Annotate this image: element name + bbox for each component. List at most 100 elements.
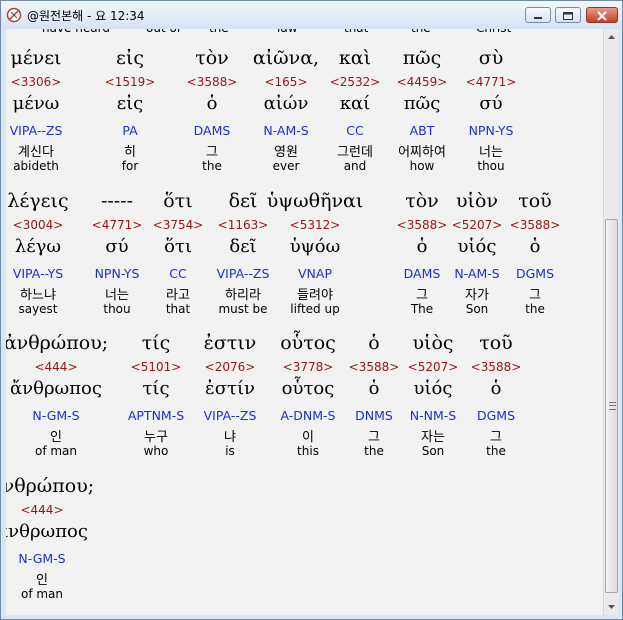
word-column[interactable]: τίς <5101> τίς APTNM-S 누구 who: [116, 332, 196, 467]
strongs-number: <3004>: [12, 218, 64, 232]
parsing-code: VNAP: [298, 266, 332, 281]
greek-word: ἐστιν: [203, 332, 257, 354]
word-column[interactable]: ἐστιν <2076> ἐστίν VIPA--ZS 냐 is: [190, 332, 270, 467]
partial-word: the: [209, 29, 229, 35]
english-gloss: and: [343, 159, 367, 173]
verse-word-row: λέγεις <3004> λέγω VIPA--YS 하느냐 sayest ----- <4…: [6, 190, 603, 325]
greek-word: ἀνθρώπου;: [6, 475, 95, 497]
korean-gloss: 계신다: [18, 145, 54, 160]
english-gloss: the: [525, 302, 545, 316]
word-column[interactable]: υἱὸν <5207> υἱός N-AM-S 자가 Son: [442, 190, 512, 325]
korean-gloss: 자는: [421, 430, 445, 445]
strongs-number: <3588>: [186, 75, 238, 89]
word-column[interactable]: πῶς <4459> πῶς ABT 어찌하여 how: [382, 47, 462, 182]
word-column[interactable]: καὶ <2532> καί CC 그런데 and: [320, 47, 390, 182]
korean-gloss: 인: [36, 573, 48, 588]
lemma-word: ὅτι: [164, 236, 192, 257]
strongs-number: <4459>: [396, 75, 448, 89]
strongs-number: <5207>: [451, 218, 503, 232]
korean-gloss: 어찌하여: [398, 145, 446, 160]
parsing-code: N-GM-S: [18, 551, 66, 566]
parsing-code: DAMS: [193, 123, 231, 138]
strongs-number: <1519>: [104, 75, 156, 89]
greek-word: ὑψωθῆναι: [266, 190, 364, 212]
word-column[interactable]: ὑψωθῆναι <5312> ὑψόω VNAP 들려야 lifted up: [265, 190, 365, 325]
minimize-button[interactable]: [525, 7, 551, 23]
word-column[interactable]: υἱὸς <5207> υἱός N-NM-S 자는 Son: [398, 332, 468, 467]
strongs-number: <444>: [34, 360, 78, 374]
word-column[interactable]: ----- <4771> σύ NPN-YS 너는 thou: [82, 190, 152, 325]
lemma-word: μένω: [12, 93, 60, 114]
greek-word: ὅτι: [163, 190, 193, 212]
scroll-down-arrow-icon[interactable]: [604, 599, 619, 615]
maximize-button[interactable]: [555, 7, 581, 23]
strongs-number: <3306>: [10, 75, 62, 89]
greek-word: καὶ: [338, 47, 372, 69]
lemma-word: ἄνθρωπος: [10, 378, 102, 399]
word-column[interactable]: οὗτος <3778> οὗτος A-DNM-S 이 this: [263, 332, 353, 467]
strongs-number: <444>: [20, 503, 64, 517]
korean-gloss: 하느냐: [20, 288, 56, 303]
lemma-word: εἰς: [116, 93, 144, 114]
partial-word: law: [277, 29, 298, 35]
korean-gloss: 그: [529, 288, 541, 303]
word-column[interactable]: σὺ <4771> σύ NPN-YS 너는 thou: [456, 47, 526, 182]
vertical-scrollbar[interactable]: [603, 29, 619, 615]
parsing-code: N-NM-S: [409, 408, 457, 423]
greek-word: τοῦ: [518, 190, 552, 212]
korean-gloss: 들려야: [297, 288, 333, 303]
strongs-number: <5101>: [130, 360, 182, 374]
partial-word: that: [344, 29, 368, 35]
word-column[interactable]: λέγεις <3004> λέγω VIPA--YS 하느냐 sayest: [6, 190, 88, 325]
lemma-word: ὑψόω: [289, 236, 341, 257]
parsing-code: APTNM-S: [127, 408, 185, 423]
greek-word: μένει: [10, 47, 62, 69]
greek-word: πῶς: [402, 47, 442, 69]
app-icon: [6, 7, 22, 23]
parsing-code: VIPA--YS: [12, 266, 64, 281]
greek-word: αἰῶνα,: [252, 47, 320, 69]
greek-word: -----: [100, 190, 134, 212]
word-column[interactable]: τὸν <3588> ὁ DAMS 그 the: [177, 47, 247, 182]
strongs-number: <4771>: [91, 218, 143, 232]
close-button[interactable]: [586, 7, 618, 23]
word-column[interactable]: ὁ <3588> ὁ DNMS 그 the: [344, 332, 404, 467]
interlinear-text-view[interactable]: have heard out of the law that the Christ μένε…: [6, 29, 603, 615]
english-gloss: for: [121, 159, 139, 173]
word-column[interactable]: τοῦ <3588> ὁ DGMS 그 the: [466, 332, 526, 467]
english-gloss: is: [225, 444, 235, 458]
greek-word: ἀνθρώπου;: [6, 332, 109, 354]
lemma-word: καί: [339, 93, 371, 114]
parsing-code: N-AM-S: [454, 266, 500, 281]
lemma-word: ὁ: [368, 378, 380, 399]
lemma-word: σύ: [479, 93, 503, 114]
lemma-word: ἄνθρωπος: [6, 521, 88, 542]
parsing-code: ABT: [409, 123, 435, 138]
scrollbar-thumb[interactable]: [605, 219, 618, 593]
word-column[interactable]: εἰς <1519> εἰς PA 히 for: [100, 47, 160, 182]
english-gloss: the: [202, 159, 222, 173]
word-column[interactable]: ἀνθρώπου; <444> ἄνθρωπος N-GM-S 인of man: [6, 475, 97, 610]
word-column[interactable]: ὅτι <3754> ὅτι CC 라고 that: [148, 190, 208, 325]
parsing-code: N-AM-S: [263, 123, 309, 138]
korean-gloss: 그: [490, 430, 502, 445]
scrollbar-grip-icon: [609, 402, 616, 410]
korean-gloss: 너는: [105, 288, 129, 303]
parsing-code: A-DNM-S: [280, 408, 336, 423]
word-column[interactable]: τοῦ <3588> ὁ DGMS 그 the: [505, 190, 565, 325]
english-gloss: thou: [477, 159, 505, 173]
word-column[interactable]: αἰῶνα, <165> αἰών N-AM-S 영원 ever: [241, 47, 331, 182]
lemma-word: υἱός: [457, 236, 497, 257]
english-gloss: thou: [103, 302, 131, 316]
strongs-number: <165>: [264, 75, 308, 89]
word-column[interactable]: μένει <3306> μένω VIPA--ZS 계신다 abideth: [6, 47, 86, 182]
lemma-word: ἐστίν: [205, 378, 255, 399]
lemma-word: ὁ: [206, 93, 218, 114]
english-gloss: Son: [465, 302, 489, 316]
title-bar[interactable]: @원전본해 - 요 12:34: [1, 1, 622, 29]
partial-word: have heard: [42, 29, 110, 35]
scroll-up-arrow-icon[interactable]: [604, 29, 619, 45]
english-gloss: sayest: [18, 302, 58, 316]
korean-gloss: 그: [206, 145, 218, 160]
word-column[interactable]: ἀνθρώπου; <444> ἄνθρωπος N-GM-S 인of man: [6, 332, 111, 467]
